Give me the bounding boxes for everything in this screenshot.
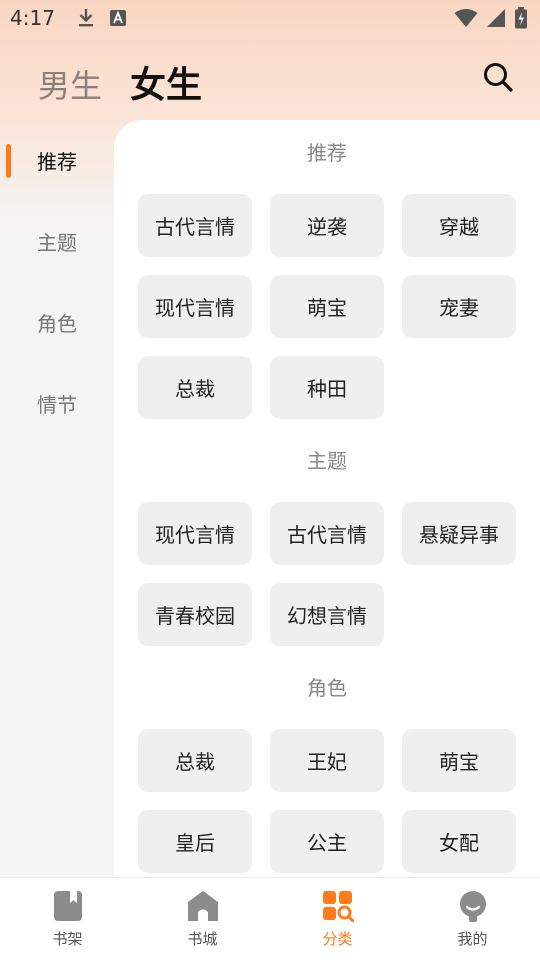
- nav-label: 书架: [52, 930, 83, 948]
- category-chip[interactable]: 种田: [270, 356, 384, 419]
- app-notification-icon: [109, 9, 127, 27]
- category-chip[interactable]: 总裁: [138, 356, 252, 419]
- download-icon: [77, 8, 95, 28]
- section-title-recommend: 推荐: [307, 141, 347, 165]
- category-chip[interactable]: 宠妻: [402, 275, 516, 338]
- bookshelf-icon: [53, 890, 83, 922]
- category-chip[interactable]: 公主: [270, 810, 384, 873]
- chip-grid-role: 总裁 王妃 萌宝 皇后 公主 女配: [138, 729, 516, 873]
- category-chip[interactable]: 现代言情: [138, 502, 252, 565]
- side-nav-item-role[interactable]: 角色: [0, 282, 114, 363]
- bottom-nav: 书架 书城 分类 我的: [0, 877, 540, 960]
- category-chip[interactable]: 女配: [402, 810, 516, 873]
- side-nav-item-recommend[interactable]: 推荐: [0, 120, 114, 201]
- category-chip[interactable]: 总裁: [138, 729, 252, 792]
- tab-male[interactable]: 男生: [38, 61, 102, 107]
- nav-label: 我的: [457, 930, 488, 948]
- category-chip[interactable]: 现代言情: [138, 275, 252, 338]
- search-icon: [482, 61, 514, 93]
- category-chip[interactable]: 逆袭: [270, 194, 384, 257]
- side-nav-label: 推荐: [37, 150, 77, 174]
- nav-label: 书城: [187, 930, 218, 948]
- gender-tabs: 男生 女生: [38, 56, 202, 108]
- wifi-icon: [454, 8, 478, 28]
- status-bar: 4:17: [0, 0, 540, 36]
- nav-item-bookstore[interactable]: 书城: [135, 878, 270, 960]
- side-nav-item-theme[interactable]: 主题: [0, 201, 114, 282]
- category-chip[interactable]: 皇后: [138, 810, 252, 873]
- section-title-role: 角色: [307, 676, 347, 700]
- nav-item-category[interactable]: 分类: [270, 878, 405, 960]
- category-chip[interactable]: 穿越: [402, 194, 516, 257]
- category-chip[interactable]: 青春校园: [138, 583, 252, 646]
- tab-female[interactable]: 女生: [130, 56, 202, 108]
- nav-label: 分类: [322, 930, 353, 948]
- category-chip[interactable]: 悬疑异事: [402, 502, 516, 565]
- category-chip[interactable]: 王妃: [270, 729, 384, 792]
- nav-item-profile[interactable]: 我的: [405, 878, 540, 960]
- bookstore-icon: [187, 890, 219, 922]
- status-time: 4:17: [10, 6, 55, 30]
- side-nav-label: 角色: [37, 312, 77, 336]
- side-nav-item-plot[interactable]: 情节: [0, 363, 114, 444]
- category-chip[interactable]: 古代言情: [138, 194, 252, 257]
- category-chip[interactable]: 萌宝: [270, 275, 384, 338]
- chip-grid-recommend: 古代言情 逆袭 穿越 现代言情 萌宝 宠妻 总裁 种田: [138, 194, 516, 419]
- side-nav-label: 主题: [37, 231, 77, 255]
- profile-icon: [457, 890, 489, 922]
- cellular-signal-icon: [486, 8, 506, 28]
- section-title-theme: 主题: [307, 449, 347, 473]
- chip-grid-theme: 现代言情 古代言情 悬疑异事 青春校园 幻想言情: [138, 502, 516, 646]
- category-chip[interactable]: 古代言情: [270, 502, 384, 565]
- side-nav-label: 情节: [37, 393, 77, 417]
- category-side-nav: 推荐 主题 角色 情节: [0, 120, 114, 444]
- nav-item-bookshelf[interactable]: 书架: [0, 878, 135, 960]
- category-content-panel[interactable]: 推荐 古代言情 逆袭 穿越 现代言情 萌宝 宠妻 总裁 种田 主题 现代言情 古…: [114, 120, 540, 877]
- search-button[interactable]: [482, 61, 514, 93]
- category-chip[interactable]: 萌宝: [402, 729, 516, 792]
- category-icon: [322, 890, 354, 922]
- battery-icon: [514, 7, 528, 29]
- category-chip[interactable]: 幻想言情: [270, 583, 384, 646]
